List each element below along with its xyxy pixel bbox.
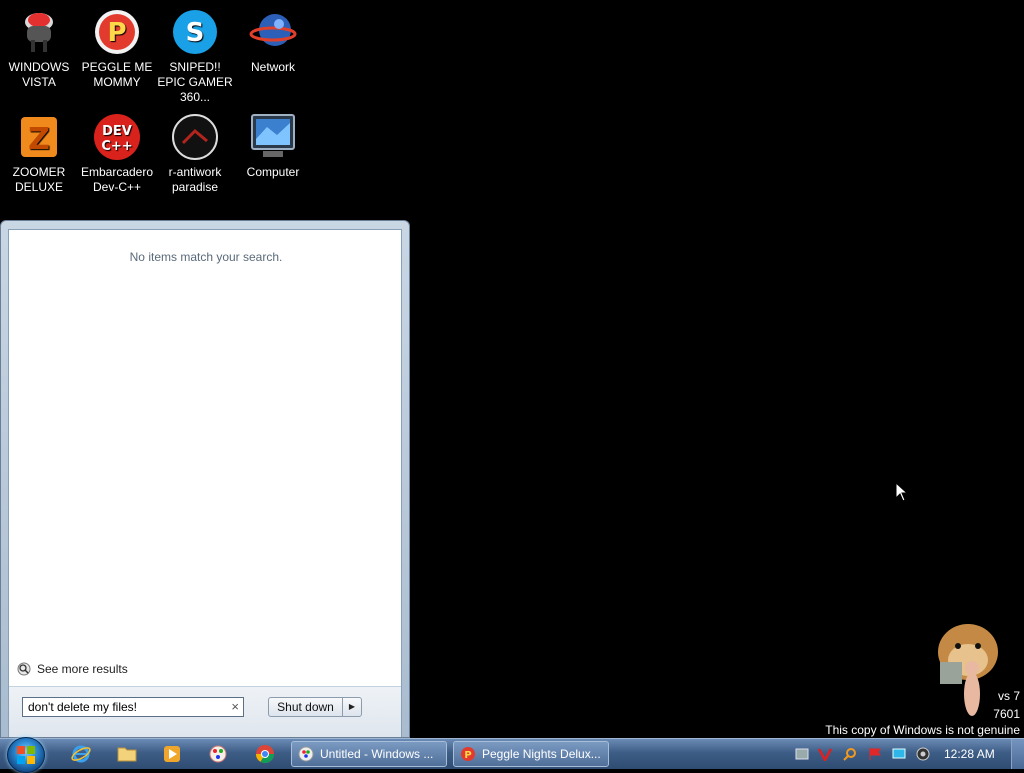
show-desktop-button[interactable]	[1011, 739, 1024, 769]
task-label: Untitled - Windows ...	[320, 747, 434, 761]
taskbar-pin-paint[interactable]	[204, 743, 232, 765]
see-more-results-label: See more results	[37, 662, 128, 676]
icon-label: PEGGLE ME MOMMY	[81, 60, 153, 89]
shutdown-button[interactable]: Shut down	[269, 698, 343, 716]
tray-network-icon[interactable]	[795, 747, 809, 761]
zuma-frog-icon: Z	[15, 113, 63, 161]
folder-icon	[117, 747, 137, 762]
paint-icon	[209, 745, 227, 763]
antiwork-dark-circle-icon	[171, 113, 219, 161]
taskbar-pin-explorer[interactable]	[113, 743, 141, 765]
tray-action-center-flag-icon[interactable]	[868, 747, 882, 761]
search-results-icon	[17, 662, 31, 676]
dev-cpp-icon: DEV C++	[93, 113, 141, 161]
tray-volume-icon[interactable]	[916, 747, 930, 761]
clear-search-icon[interactable]: ×	[231, 699, 239, 714]
desktop-icon-computer[interactable]: Computer	[234, 113, 312, 180]
desktop-icon-zoomer[interactable]: Z ZOOMER DELUXE	[0, 113, 78, 195]
tray-display-icon[interactable]	[892, 747, 906, 761]
skype-icon: S	[171, 8, 219, 56]
see-more-results-link[interactable]: See more results	[17, 662, 128, 676]
icon-label: Embarcadero Dev-C++	[80, 165, 154, 194]
start-menu: No items match your search. See more res…	[0, 220, 410, 738]
icon-label: WINDOWS VISTA	[8, 60, 70, 89]
taskbar-pin-ie[interactable]	[67, 743, 95, 765]
shutdown-options-arrow-icon[interactable]: ▶	[343, 698, 361, 716]
no-results-message: No items match your search.	[129, 250, 283, 264]
tray-v-icon[interactable]	[818, 747, 832, 761]
network-globe-icon	[249, 8, 297, 56]
icon-label: Network	[250, 60, 295, 74]
desktop-icon-peggle[interactable]: P PEGGLE ME MOMMY	[78, 8, 156, 90]
watermark-version: vs 7	[997, 689, 1020, 703]
search-input-value: don't delete my files!	[28, 700, 138, 714]
taskbar-task-peggle[interactable]: P Peggle Nights Delux...	[453, 741, 609, 767]
desktop-icon-devcpp[interactable]: DEV C++ Embarcadero Dev-C++	[78, 113, 156, 195]
taskbar-pin-chrome[interactable]	[251, 743, 279, 765]
svg-text:Z: Z	[28, 122, 50, 157]
start-search-input[interactable]: don't delete my files! ×	[22, 697, 244, 717]
paint-app-icon	[298, 746, 314, 762]
taskbar: Untitled - Windows ... P Peggle Nights D…	[0, 737, 1024, 773]
watermark-not-genuine: This copy of Windows is not genuine	[825, 723, 1020, 737]
red-gumball-machine-icon	[15, 8, 63, 56]
internet-explorer-icon	[71, 745, 91, 763]
watermark-build: 7601	[993, 707, 1020, 721]
svg-text:S: S	[186, 18, 205, 48]
windows-logo-icon	[17, 746, 35, 764]
svg-text:DEV: DEV	[102, 124, 132, 139]
start-menu-footer: don't delete my files! × Shut down ▶	[9, 686, 401, 737]
svg-text:P: P	[107, 18, 126, 48]
icon-label: Computer	[246, 165, 300, 179]
media-player-icon	[164, 746, 180, 762]
tray-search-icon[interactable]	[843, 747, 857, 761]
icon-label: r-antiwork paradise	[168, 165, 222, 194]
task-label: Peggle Nights Delux...	[482, 747, 601, 761]
shutdown-button-group: Shut down ▶	[268, 697, 362, 717]
icon-label: SNIPED!! EPIC GAMER 360...	[157, 60, 233, 104]
icon-label: ZOOMER DELUXE	[12, 165, 66, 194]
peggle-app-icon: P	[461, 747, 475, 761]
desktop-icon-antiwork[interactable]: r-antiwork paradise	[156, 113, 234, 195]
desktop-icon-windows-vista[interactable]: WINDOWS VISTA	[0, 8, 78, 90]
search-results-pane: No items match your search. See more res…	[8, 229, 402, 737]
taskbar-clock[interactable]: 12:28 AM	[944, 747, 995, 761]
mouse-cursor-icon	[895, 482, 909, 502]
hamster-decoration	[938, 624, 998, 716]
svg-text:P: P	[464, 750, 471, 761]
desktop-icon-sniped[interactable]: S SNIPED!! EPIC GAMER 360...	[156, 8, 234, 105]
desktop-icon-network[interactable]: Network	[234, 8, 312, 75]
taskbar-pin-media[interactable]	[158, 743, 186, 765]
peggle-p-icon: P	[93, 8, 141, 56]
computer-monitor-icon	[249, 113, 297, 161]
svg-text:C++: C++	[101, 139, 132, 154]
taskbar-task-paint[interactable]: Untitled - Windows ...	[291, 741, 447, 767]
chrome-icon	[256, 745, 274, 764]
